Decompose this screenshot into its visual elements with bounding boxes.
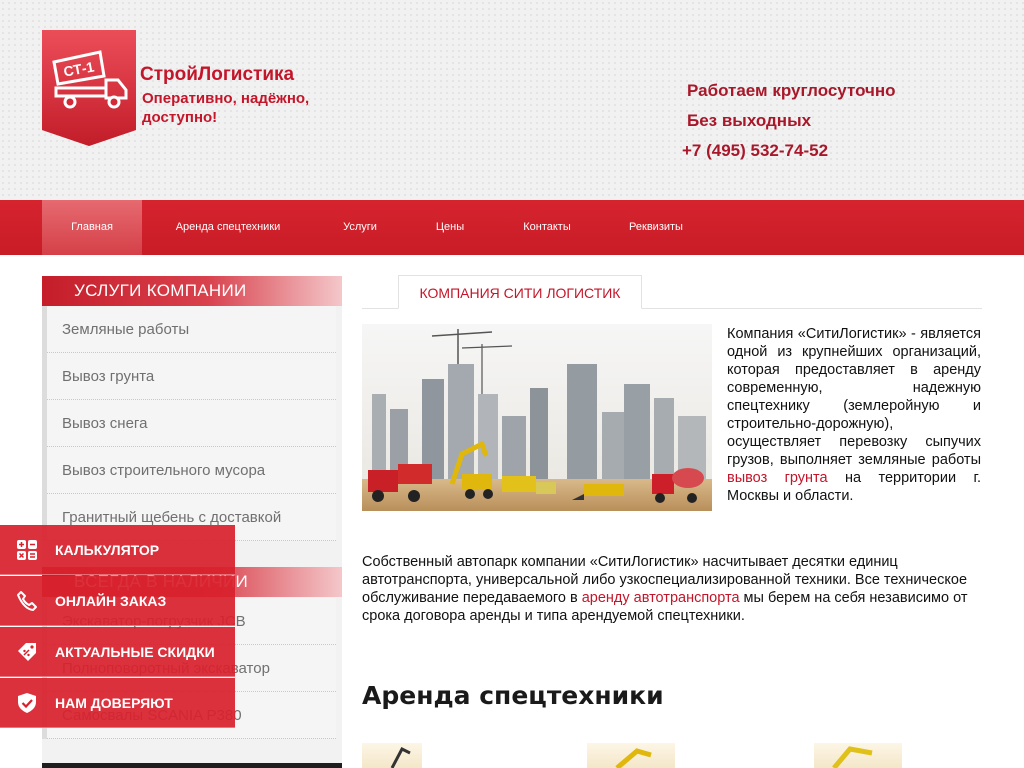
working-days: Без выходных — [687, 111, 812, 130]
service-item-debris-removal[interactable]: Вывоз строительного мусора — [47, 447, 336, 494]
brand-slogan: Оперативно, надёжно, доступно! — [142, 90, 310, 126]
nav-item-contacts[interactable]: Контакты — [510, 200, 584, 255]
main-nav: Главная Аренда спецтехники Услуги Цены К… — [0, 200, 1024, 255]
calculator-button[interactable]: КАЛЬКУЛЯТОР — [0, 525, 235, 575]
trust-button[interactable]: НАМ ДОВЕРЯЮТ — [0, 678, 235, 728]
phone-number[interactable]: +7 (495) 532-74-52 — [682, 141, 828, 161]
logo-truck-icon[interactable]: СТ-1 — [42, 30, 136, 146]
shield-check-icon — [18, 693, 36, 713]
service-item-snow-removal[interactable]: Вывоз снега — [47, 400, 336, 447]
sidebar-bottom-bar — [42, 763, 342, 768]
service-item-earthworks[interactable]: Земляные работы — [47, 306, 336, 353]
discounts-button[interactable]: АКТУАЛЬНЫЕ СКИДКИ — [0, 627, 235, 677]
nav-item-services[interactable]: Услуги — [330, 200, 390, 255]
nav-item-prices[interactable]: Цены — [425, 200, 475, 255]
intro-text: Компания «СитиЛогистик» - является одной… — [727, 326, 982, 504]
quick-actions-widget: КАЛЬКУЛЯТОР ОНЛАЙН ЗАКАЗ АКТУАЛЬНЫЕ СКИД… — [0, 525, 235, 729]
hero-construction-image — [362, 324, 712, 511]
service-item-soil-removal[interactable]: Вывоз грунта — [47, 353, 336, 400]
equipment-thumbnail[interactable] — [814, 743, 902, 768]
soil-removal-link[interactable]: вывоз грунта — [727, 470, 828, 486]
calculator-label: КАЛЬКУЛЯТОР — [55, 542, 160, 558]
online-order-label: ОНЛАЙН ЗАКАЗ — [55, 593, 167, 609]
nav-item-requisites[interactable]: Реквизиты — [618, 200, 694, 255]
rental-section-title: Аренда спецтехники — [362, 681, 664, 710]
calculator-icon — [17, 540, 37, 560]
discount-tag-icon — [18, 643, 36, 661]
equipment-thumbnail[interactable] — [362, 743, 422, 768]
nav-item-home[interactable]: Главная — [42, 200, 142, 255]
brand-name[interactable]: СтройЛогистика — [140, 64, 294, 86]
tab-company[interactable]: КОМПАНИЯ СИТИ ЛОГИСТИК — [398, 275, 642, 309]
nav-item-rental[interactable]: Аренда спецтехники — [156, 200, 300, 255]
trust-label: НАМ ДОВЕРЯЮТ — [55, 695, 173, 711]
header: СТ-1 СтройЛогистика Оперативно, надёжно,… — [0, 0, 1024, 200]
vehicle-rental-link[interactable]: аренду автотранспорта — [582, 590, 740, 606]
fleet-paragraph: Собственный автопарк компании «СитиЛогис… — [362, 554, 968, 624]
phone-icon — [17, 591, 37, 611]
services-heading: УСЛУГИ КОМПАНИИ — [42, 276, 342, 306]
equipment-thumbnail[interactable] — [587, 743, 675, 768]
online-order-button[interactable]: ОНЛАЙН ЗАКАЗ — [0, 576, 235, 626]
services-list: Земляные работы Вывоз грунта Вывоз снега… — [42, 306, 342, 541]
working-hours: Работаем круглосуточно — [687, 81, 896, 100]
discounts-label: АКТУАЛЬНЫЕ СКИДКИ — [55, 644, 215, 660]
